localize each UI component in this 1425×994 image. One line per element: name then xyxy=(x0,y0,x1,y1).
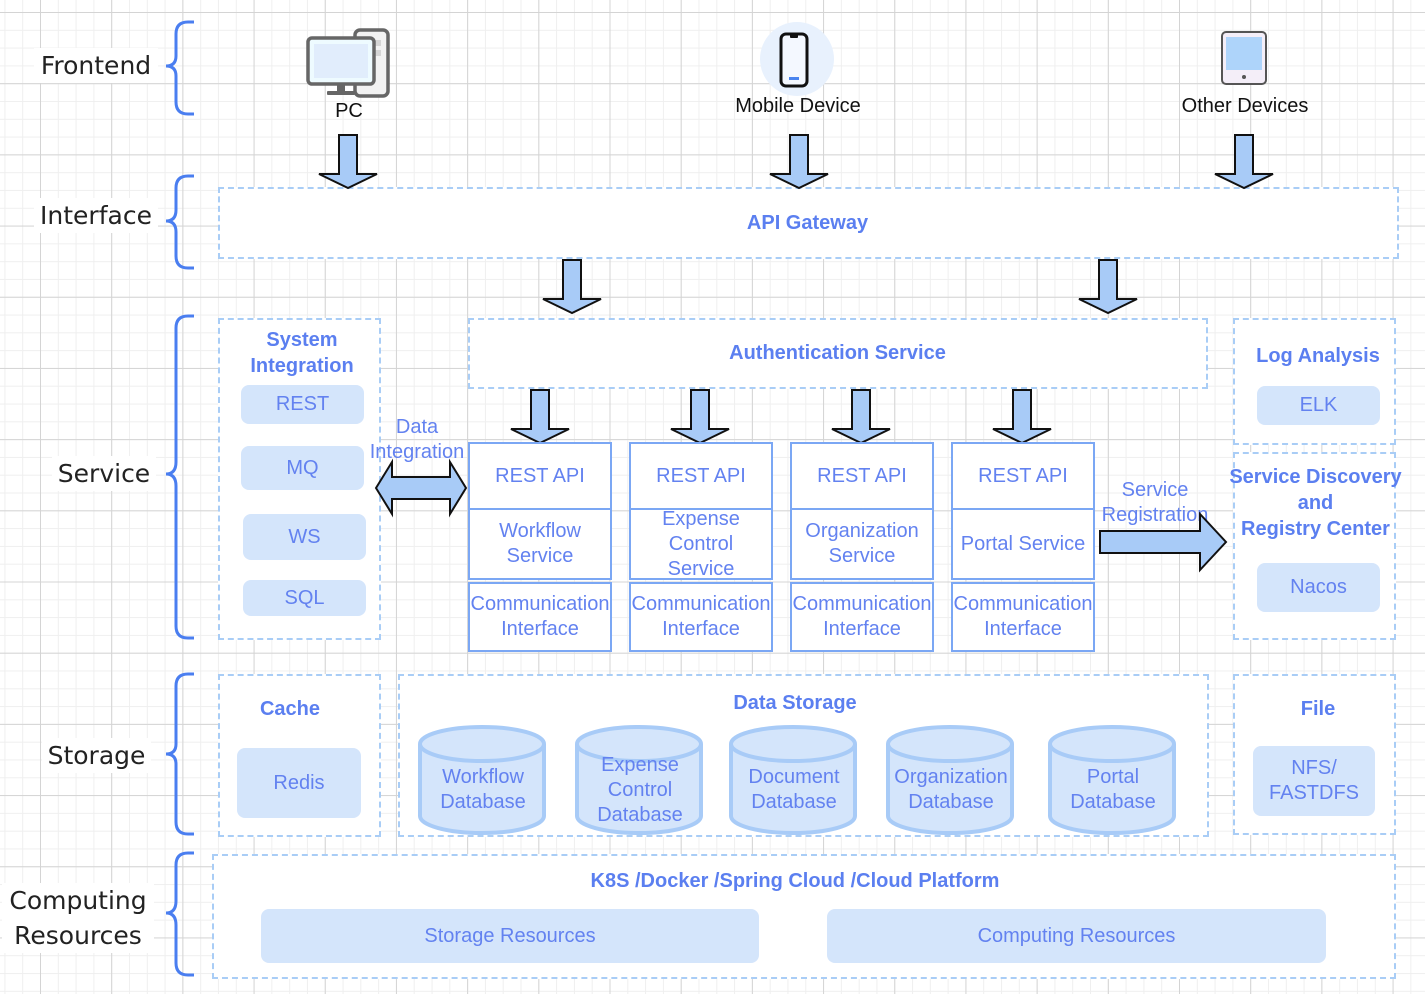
rest-api-organization[interactable]: REST API xyxy=(790,442,934,510)
arrow-gateway-to-auth-left xyxy=(542,259,602,315)
arrow-auth-to-expense xyxy=(670,389,730,445)
tablet-icon[interactable] xyxy=(1220,30,1268,86)
communication-interface-workflow[interactable]: Communication Interface xyxy=(468,582,612,652)
file-item-nfs[interactable]: NFS/ FASTDFS xyxy=(1253,746,1375,816)
data-integration-arrow[interactable] xyxy=(374,458,468,518)
computing-resources-item[interactable]: Computing Resources xyxy=(827,909,1326,963)
arrow-auth-to-portal xyxy=(992,389,1052,445)
brace-frontend xyxy=(165,20,194,116)
log-analysis-box xyxy=(1233,318,1396,445)
integration-item-sql[interactable]: SQL xyxy=(243,580,366,616)
arrow-other-to-gateway xyxy=(1214,134,1274,190)
rest-api-portal[interactable]: REST API xyxy=(951,442,1095,510)
log-analysis-item-elk[interactable]: ELK xyxy=(1257,386,1380,425)
device-label-pc: PC xyxy=(335,100,363,122)
data-storage-title: Data Storage xyxy=(733,692,857,714)
brace-interface xyxy=(165,174,194,270)
smartphone-icon[interactable] xyxy=(759,21,835,97)
rest-api-workflow[interactable]: REST API xyxy=(468,442,612,510)
registry-item-nacos[interactable]: Nacos xyxy=(1257,563,1380,612)
integration-item-mq[interactable]: MQ xyxy=(241,446,364,490)
cache-title: Cache xyxy=(259,698,321,720)
database-portal[interactable]: Portal Database xyxy=(1048,724,1178,836)
device-label-mobile: Mobile Device xyxy=(735,95,861,117)
device-label-other: Other Devices xyxy=(1181,95,1309,117)
layer-label-service: Service xyxy=(52,456,156,491)
database-label: Workflow Database xyxy=(440,766,526,813)
storage-resources-item[interactable]: Storage Resources xyxy=(261,909,759,963)
log-analysis-title: Log Analysis xyxy=(1256,345,1380,367)
arrow-pc-to-gateway xyxy=(318,134,378,190)
layer-label-frontend: Frontend xyxy=(34,48,158,83)
brace-storage xyxy=(165,672,194,836)
communication-interface-portal[interactable]: Communication Interface xyxy=(951,582,1095,652)
database-workflow[interactable]: Workflow Database xyxy=(418,724,548,836)
api-gateway-title: API Gateway xyxy=(746,212,869,234)
layer-label-interface: Interface xyxy=(34,198,158,233)
layer-label-computing: Computing Resources xyxy=(2,883,154,953)
cache-item-redis[interactable]: Redis xyxy=(237,748,361,818)
arrow-auth-to-workflow xyxy=(510,389,570,445)
registry-center-title: Service Discovery and Registry Center xyxy=(1229,466,1402,540)
organization-service[interactable]: Organization Service xyxy=(790,508,934,580)
communication-interface-expense-control[interactable]: Communication Interface xyxy=(629,582,773,652)
service-registration-arrow[interactable] xyxy=(1098,511,1230,573)
arrow-auth-to-organization xyxy=(831,389,891,445)
portal-service[interactable]: Portal Service xyxy=(951,508,1095,580)
arrow-mobile-to-gateway xyxy=(769,134,829,190)
brace-computing xyxy=(165,851,194,977)
arrow-gateway-to-auth-right xyxy=(1078,259,1138,315)
database-label: Expense Control Database xyxy=(597,753,683,826)
integration-item-rest[interactable]: REST xyxy=(241,385,364,424)
database-label: Document Database xyxy=(748,766,840,813)
database-expense-control[interactable]: Expense Control Database xyxy=(575,724,705,836)
authentication-service-title: Authentication Service xyxy=(729,342,946,364)
system-integration-title: System Integration xyxy=(250,329,354,377)
database-document[interactable]: Document Database xyxy=(729,724,859,836)
desktop-computer-icon[interactable] xyxy=(305,28,391,100)
data-integration-label: Data Integration xyxy=(369,416,465,463)
workflow-service[interactable]: Workflow Service xyxy=(468,508,612,580)
expense-control-service[interactable]: Expense Control Service xyxy=(629,508,773,580)
database-label: Portal Database xyxy=(1070,766,1156,813)
integration-item-ws[interactable]: WS xyxy=(243,514,366,560)
brace-service xyxy=(165,314,194,640)
communication-interface-organization[interactable]: Communication Interface xyxy=(790,582,934,652)
database-organization[interactable]: Organization Database xyxy=(886,724,1016,836)
rest-api-expense-control[interactable]: REST API xyxy=(629,442,773,510)
database-label: Organization Database xyxy=(894,766,1008,813)
computing-platform-title: K8S /Docker /Spring Cloud /Cloud Platfor… xyxy=(590,870,1000,892)
file-title: File xyxy=(1300,698,1336,720)
layer-label-storage: Storage xyxy=(42,738,151,773)
